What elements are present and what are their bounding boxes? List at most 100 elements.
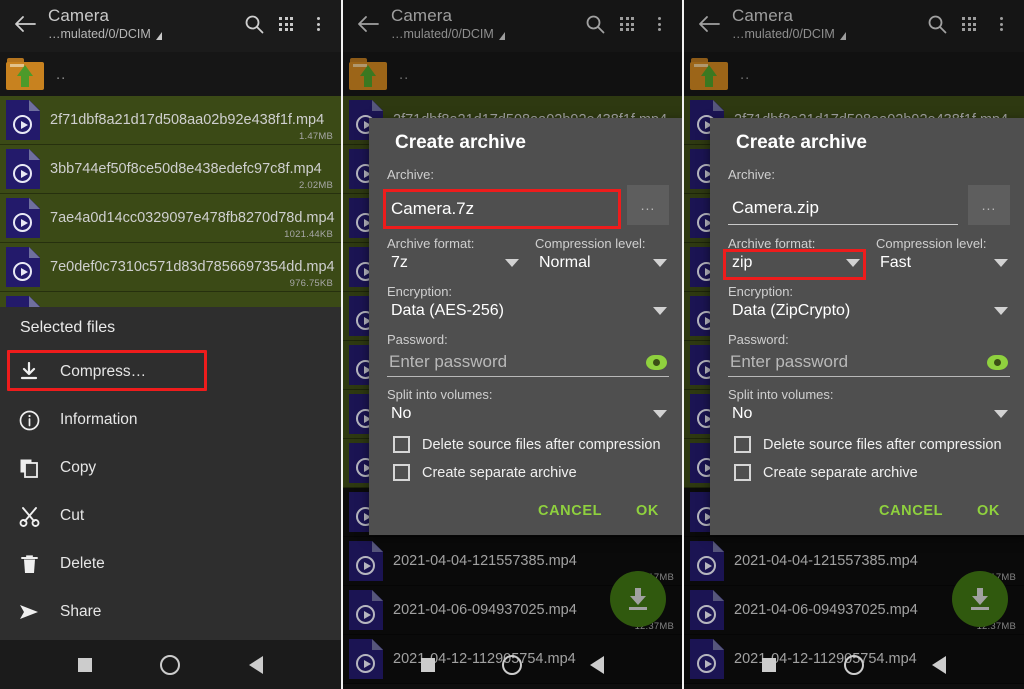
phone-panel-3: Camera …mulated/0/DCIM .. 2021-04-04-121… [682,0,1024,689]
compression-level-group: Compression level: Fast [876,235,1010,274]
password-input[interactable]: Enter password [728,350,1010,377]
encryption-value: Data (ZipCrypto) [732,302,851,319]
table-row[interactable]: 2f71dbf8a21d17d508aa02b92e438f1f.mp4 1.4… [0,96,341,145]
browse-button[interactable]: ... [627,185,669,225]
table-row[interactable]: 3bb744ef50f8ce50d8e438edefc97c8f.mp4 2.0… [0,145,341,194]
compression-level-value: Normal [539,254,591,271]
split-volumes-select[interactable]: No [728,404,1010,425]
menu-item-compress[interactable]: Compress… [0,348,341,396]
password-group: Password: Enter password [728,331,1010,377]
system-nav-bar [0,640,341,689]
create-archive-dialog-zip: Create archive Archive: Camera.zip ... A… [710,118,1024,535]
menu-item-cut[interactable]: Cut [0,492,341,540]
chevron-down-icon [653,410,667,418]
cancel-button[interactable]: CANCEL [538,503,602,519]
recents-square-icon[interactable] [420,657,435,672]
encryption-group: Encryption: Data (AES-256) [387,283,669,322]
menu-item-label: Compress… [60,363,147,380]
app-bar: Camera …mulated/0/DCIM [0,0,341,52]
file-name: 7ae4a0d14cc0329097e478fb8270d78d.mp4 [50,209,335,226]
eye-reveal-icon[interactable] [987,354,1008,370]
split-volumes-select[interactable]: No [387,404,669,425]
delete-source-label: Delete source files after compression [422,436,661,453]
recents-square-icon[interactable] [78,657,93,672]
chevron-down-icon [505,259,519,267]
delete-source-checkbox[interactable] [734,436,751,453]
browse-button[interactable]: ... [968,185,1010,225]
menu-header: Selected files [20,318,116,336]
split-volumes-value: No [391,405,412,422]
archive-name-value: Camera.zip [732,198,819,217]
split-volumes-label: Split into volumes: [728,387,834,402]
system-nav-bar [684,640,1024,689]
delete-source-checkbox[interactable] [393,436,410,453]
file-size: 976.75KB [289,278,333,289]
home-circle-icon[interactable] [502,654,523,675]
cancel-button[interactable]: CANCEL [879,503,943,519]
table-row[interactable]: 7ae4a0d14cc0329097e478fb8270d78d.mp4 102… [0,194,341,243]
separate-archive-checkbox-row[interactable]: Create separate archive [728,464,1010,481]
encryption-label: Encryption: [387,284,453,299]
ok-button[interactable]: OK [977,503,1000,519]
archive-name-value: Camera.7z [391,199,475,218]
archive-format-label: Archive format: [728,236,816,251]
menu-item-copy[interactable]: Copy [0,444,341,492]
table-row[interactable]: 7e0def0c7310c571d83d7856697354dd.mp4 976… [0,243,341,292]
separate-archive-label: Create separate archive [422,464,577,481]
archive-format-select[interactable]: zip [723,249,866,280]
dialog-title: Create archive [736,132,867,153]
eye-reveal-icon[interactable] [646,354,667,370]
archive-name-input[interactable]: Camera.zip [728,193,958,225]
phone-panel-1: Camera …mulated/0/DCIM .. 2f71dbf8a21d17… [0,0,341,689]
download-compress-icon [16,359,42,385]
archive-format-value: 7z [391,254,408,271]
create-archive-dialog-7z: Create archive Archive: Camera.7z ... Ar… [369,118,682,535]
file-name: 7e0def0c7310c571d83d7856697354dd.mp4 [50,258,335,275]
password-input[interactable]: Enter password [387,350,669,377]
back-triangle-icon[interactable] [248,655,263,674]
breadcrumb[interactable]: …mulated/0/DCIM [48,26,239,42]
encryption-select[interactable]: Data (ZipCrypto) [728,301,1010,322]
encryption-group: Encryption: Data (ZipCrypto) [728,283,1010,322]
ok-button[interactable]: OK [636,503,659,519]
chevron-down-icon [653,259,667,267]
archive-format-label: Archive format: [387,236,475,251]
separate-archive-checkbox[interactable] [734,464,751,481]
grid-view-icon[interactable] [269,4,303,44]
chevron-down-icon [653,307,667,315]
archive-label: Archive: [728,167,775,182]
delete-source-checkbox-row[interactable]: Delete source files after compression [728,436,1010,453]
chevron-down-icon [994,259,1008,267]
parent-directory-row[interactable]: .. [0,52,341,96]
archive-name-input[interactable]: Camera.7z [383,189,621,229]
phone-panel-2: Camera …mulated/0/DCIM .. 2021-04-04-121… [341,0,682,689]
home-circle-icon[interactable] [844,654,864,675]
menu-item-share[interactable]: Share [0,588,341,636]
compression-level-value: Fast [880,254,912,271]
delete-source-checkbox-row[interactable]: Delete source files after compression [387,436,669,453]
back-triangle-icon[interactable] [590,655,605,674]
separate-archive-checkbox-row[interactable]: Create separate archive [387,464,669,481]
page-title: Camera [48,6,110,25]
recents-square-icon[interactable] [762,657,776,672]
compression-level-select[interactable]: Normal [535,253,669,274]
archive-format-select[interactable]: 7z [387,253,521,274]
back-arrow-icon[interactable] [8,4,42,44]
menu-item-delete[interactable]: Delete [0,540,341,588]
system-nav-bar [343,640,682,689]
overflow-menu-icon[interactable] [303,4,333,44]
search-icon[interactable] [239,4,269,44]
home-circle-icon[interactable] [160,654,181,675]
dialog-actions: CANCEL OK [728,481,1010,525]
compression-level-select[interactable]: Fast [876,253,1010,274]
dialog-actions: CANCEL OK [387,481,669,525]
encryption-select[interactable]: Data (AES-256) [387,301,669,322]
menu-item-label: Share [60,603,102,620]
dialog-title: Create archive [395,132,526,153]
back-triangle-icon[interactable] [932,655,946,674]
encryption-label: Encryption: [728,284,794,299]
menu-item-information[interactable]: Information [0,396,341,444]
format-level-row: Archive format: zip Compression level: F… [723,235,1010,280]
separate-archive-checkbox[interactable] [393,464,410,481]
chevron-down-icon [994,410,1008,418]
